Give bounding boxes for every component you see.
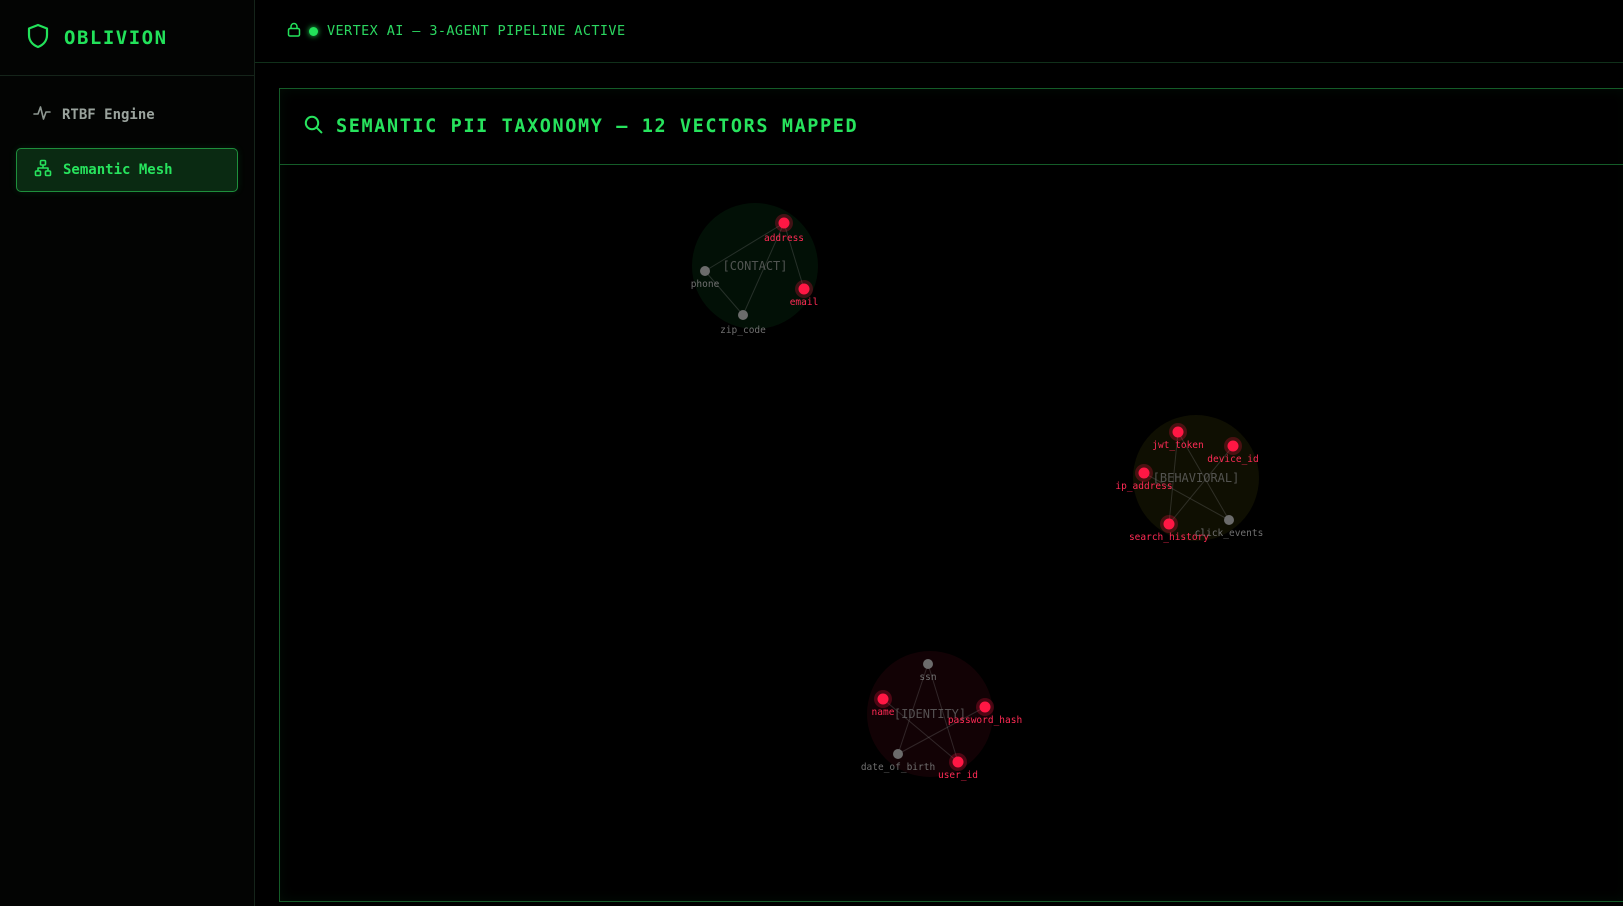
lock-icon bbox=[287, 22, 301, 41]
node-label: email bbox=[790, 297, 819, 308]
node-dot bbox=[738, 310, 748, 320]
node-label: user_id bbox=[938, 770, 978, 781]
sidebar-item-label: RTBF Engine bbox=[62, 107, 155, 123]
node-label: password_hash bbox=[948, 715, 1022, 726]
search-icon bbox=[304, 115, 323, 138]
node-label: jwt_token bbox=[1152, 440, 1203, 451]
node-dot bbox=[700, 266, 710, 276]
flagged-node-dot bbox=[1227, 440, 1239, 452]
flagged-node-dot bbox=[1163, 518, 1175, 530]
sidebar-nav: RTBF Engine Semantic Mesh bbox=[0, 76, 254, 192]
node-label: date_of_birth bbox=[861, 762, 935, 773]
cluster-identity: [IDENTITY]ssnnamepassword_hashdate_of_bi… bbox=[861, 651, 1022, 781]
node-label: address bbox=[764, 233, 804, 244]
shield-icon bbox=[26, 23, 50, 53]
semantic-mesh-graph: [CONTACT]addressphoneemailzip_code[BEHAV… bbox=[691, 203, 1263, 781]
panel-header: SEMANTIC PII TAXONOMY — 12 VECTORS MAPPE… bbox=[280, 89, 1623, 165]
node-label: click_events bbox=[1195, 528, 1264, 539]
node-label: ip_address bbox=[1115, 481, 1172, 492]
cluster-label: [CONTACT] bbox=[722, 259, 787, 273]
activity-icon bbox=[33, 104, 51, 126]
sidebar-item-label: Semantic Mesh bbox=[63, 162, 173, 178]
node-label: device_id bbox=[1207, 454, 1258, 465]
node-label: zip_code bbox=[720, 325, 766, 336]
flagged-node-dot bbox=[798, 283, 810, 295]
node-label: name bbox=[872, 707, 895, 718]
flagged-node-dot bbox=[778, 217, 790, 229]
topbar: VERTEX AI — 3-AGENT PIPELINE ACTIVE bbox=[255, 0, 1623, 63]
cluster-contact: [CONTACT] address phone email zip_code bbox=[691, 203, 819, 336]
flagged-node-dot bbox=[979, 701, 991, 713]
flagged-node-dot bbox=[1138, 467, 1150, 479]
taxonomy-panel: SEMANTIC PII TAXONOMY — 12 VECTORS MAPPE… bbox=[279, 88, 1623, 902]
node-dot bbox=[923, 659, 933, 669]
sidebar-item-rtbf-engine[interactable]: RTBF Engine bbox=[16, 93, 238, 137]
flagged-node-dot bbox=[1172, 426, 1184, 438]
pipeline-status: VERTEX AI — 3-AGENT PIPELINE ACTIVE bbox=[327, 23, 626, 39]
app-name: OBLIVION bbox=[64, 26, 168, 49]
node-label: ssn bbox=[919, 672, 936, 683]
brand: OBLIVION bbox=[0, 0, 254, 76]
node-dot bbox=[893, 749, 903, 759]
panel-title: SEMANTIC PII TAXONOMY — 12 VECTORS MAPPE… bbox=[336, 116, 859, 137]
node-label: phone bbox=[691, 279, 720, 290]
status-indicator bbox=[309, 26, 318, 36]
network-icon bbox=[34, 159, 52, 181]
cluster-behavioral: [BEHAVIORAL]jwt_tokendevice_idip_address… bbox=[1115, 415, 1263, 543]
flagged-node-dot bbox=[877, 693, 889, 705]
sidebar: OBLIVION RTBF Engine Semantic Mesh bbox=[0, 0, 255, 906]
node-dot bbox=[1224, 515, 1234, 525]
flagged-node-dot bbox=[952, 756, 964, 768]
sidebar-item-semantic-mesh[interactable]: Semantic Mesh bbox=[16, 148, 238, 192]
app-root: OBLIVION RTBF Engine Semantic Mesh VERTE… bbox=[0, 0, 1623, 906]
